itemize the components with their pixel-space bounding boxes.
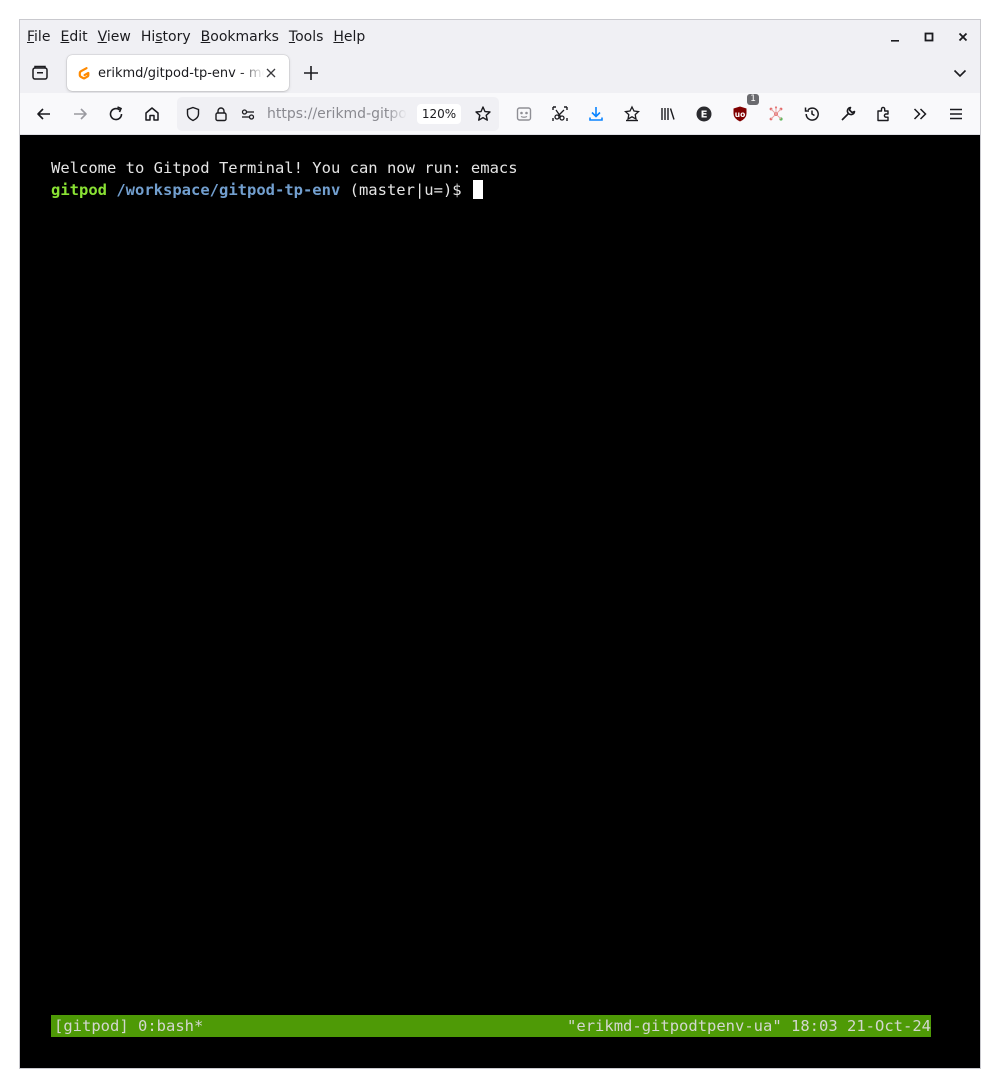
star-icon — [475, 106, 491, 121]
url-text[interactable]: https://erikmd-gitpodtpenv-ua.ws.gitpod.… — [267, 97, 407, 131]
firefox-view-icon — [32, 65, 48, 80]
firefox-view-button[interactable] — [28, 61, 52, 85]
nav-bar: https://erikmd-gitpodtpenv-ua.ws.gitpod.… — [20, 93, 980, 135]
tab-active[interactable]: erikmd/gitpod-tp-env - mozilla — [67, 55, 289, 91]
terminal-cursor — [472, 180, 483, 199]
reader-view-button[interactable] — [508, 98, 540, 130]
minimize-icon — [891, 39, 899, 42]
home-button[interactable] — [136, 98, 168, 130]
history-icon — [804, 107, 819, 121]
pocket-button[interactable] — [616, 98, 648, 130]
arrow-right-icon — [74, 108, 87, 120]
hamburger-menu-icon — [950, 108, 962, 120]
network-nodes-icon — [769, 106, 783, 121]
menu-view[interactable]: View — [98, 29, 137, 45]
extension-network-button[interactable] — [760, 98, 792, 130]
terminal-welcome-line: Welcome to Gitpod Terminal! You can now … — [51, 159, 518, 177]
ublock-shield-icon: uo — [733, 106, 747, 122]
terminal[interactable]: Welcome to Gitpod Terminal! You can now … — [20, 135, 980, 1068]
menu-bar: File Edit View History Bookmarks Tools H… — [20, 20, 980, 53]
double-chevron-right-icon — [913, 108, 927, 120]
bookmark-star-button[interactable] — [471, 102, 495, 126]
arrow-left-icon — [37, 108, 50, 120]
menu-help[interactable]: Help — [333, 29, 371, 45]
svg-text:E: E — [701, 110, 708, 121]
plus-icon — [304, 66, 318, 80]
new-tab-button[interactable] — [298, 60, 324, 86]
library-button[interactable] — [652, 98, 684, 130]
ublock-badge: 1 — [747, 94, 759, 105]
home-icon — [145, 107, 159, 121]
prompt-user: gitpod — [51, 181, 107, 199]
tab-close-button[interactable] — [262, 64, 280, 82]
browser-window: File Edit View History Bookmarks Tools H… — [19, 19, 981, 1069]
url-bar[interactable]: https://erikmd-gitpodtpenv-ua.ws.gitpod.… — [177, 97, 499, 131]
shield-icon[interactable] — [181, 102, 205, 126]
lock-icon[interactable] — [209, 102, 233, 126]
reload-icon — [109, 106, 123, 121]
menu-edit[interactable]: Edit — [60, 29, 93, 45]
menu-bookmarks[interactable]: Bookmarks — [201, 29, 285, 45]
minimize-button[interactable] — [878, 20, 912, 53]
menu: File Edit View History Bookmarks Tools H… — [20, 29, 375, 45]
chevron-down-icon — [953, 69, 967, 78]
zoom-level-button[interactable]: 120% — [417, 104, 461, 124]
menu-tools[interactable]: Tools — [289, 29, 330, 45]
extension-e-button[interactable]: E — [688, 98, 720, 130]
maximize-button[interactable] — [912, 20, 946, 53]
close-icon — [958, 32, 968, 41]
scissors-icon — [552, 106, 568, 121]
list-all-tabs-button[interactable] — [948, 61, 972, 85]
permissions-icon[interactable] — [236, 102, 260, 126]
reader-icon — [516, 107, 532, 121]
menu-history[interactable]: History — [141, 29, 197, 45]
menu-file[interactable]: File — [27, 29, 56, 45]
window-controls — [878, 20, 980, 53]
history-button[interactable] — [796, 98, 828, 130]
back-button[interactable] — [28, 98, 60, 130]
extension-e-icon: E — [696, 106, 712, 122]
terminal-prompt-line[interactable]: gitpod /workspace/gitpod-tp-env (master|… — [51, 179, 483, 201]
tmux-status-bar: [gitpod] 0:bash* "erikmd-gitpodtpenv-ua"… — [51, 1015, 931, 1037]
forward-button[interactable] — [64, 98, 96, 130]
overflow-menu-button[interactable] — [904, 98, 936, 130]
prompt-path: /workspace/gitpod-tp-env — [116, 181, 341, 199]
app-menu-button[interactable] — [940, 98, 972, 130]
close-window-button[interactable] — [946, 20, 980, 53]
downloads-button[interactable] — [580, 98, 612, 130]
developer-tools-button[interactable] — [832, 98, 864, 130]
extensions-button[interactable] — [868, 98, 900, 130]
puzzle-icon — [877, 106, 889, 122]
prompt-git-status: (master|u=)$ — [340, 181, 471, 199]
library-icon — [661, 108, 675, 120]
svg-text:uo: uo — [735, 110, 746, 119]
close-icon — [266, 68, 276, 78]
download-icon — [589, 107, 603, 121]
tab-bar: erikmd/gitpod-tp-env - mozilla — [20, 53, 980, 93]
tmux-status-right: "erikmd-gitpodtpenv-ua" 18:03 21-Oct-24 — [567, 1017, 931, 1035]
save-to-pocket-icon — [624, 105, 640, 122]
tab-title: erikmd/gitpod-tp-env - mozilla — [98, 65, 264, 81]
ublock-origin-button[interactable]: uo 1 — [724, 94, 759, 130]
reload-button[interactable] — [100, 98, 132, 130]
maximize-icon — [924, 32, 934, 41]
screenshot-button[interactable] — [544, 98, 576, 130]
tmux-status-left[interactable]: [gitpod] 0:bash* — [54, 1015, 203, 1037]
gitpod-icon — [76, 65, 92, 81]
wrench-icon — [841, 106, 856, 121]
